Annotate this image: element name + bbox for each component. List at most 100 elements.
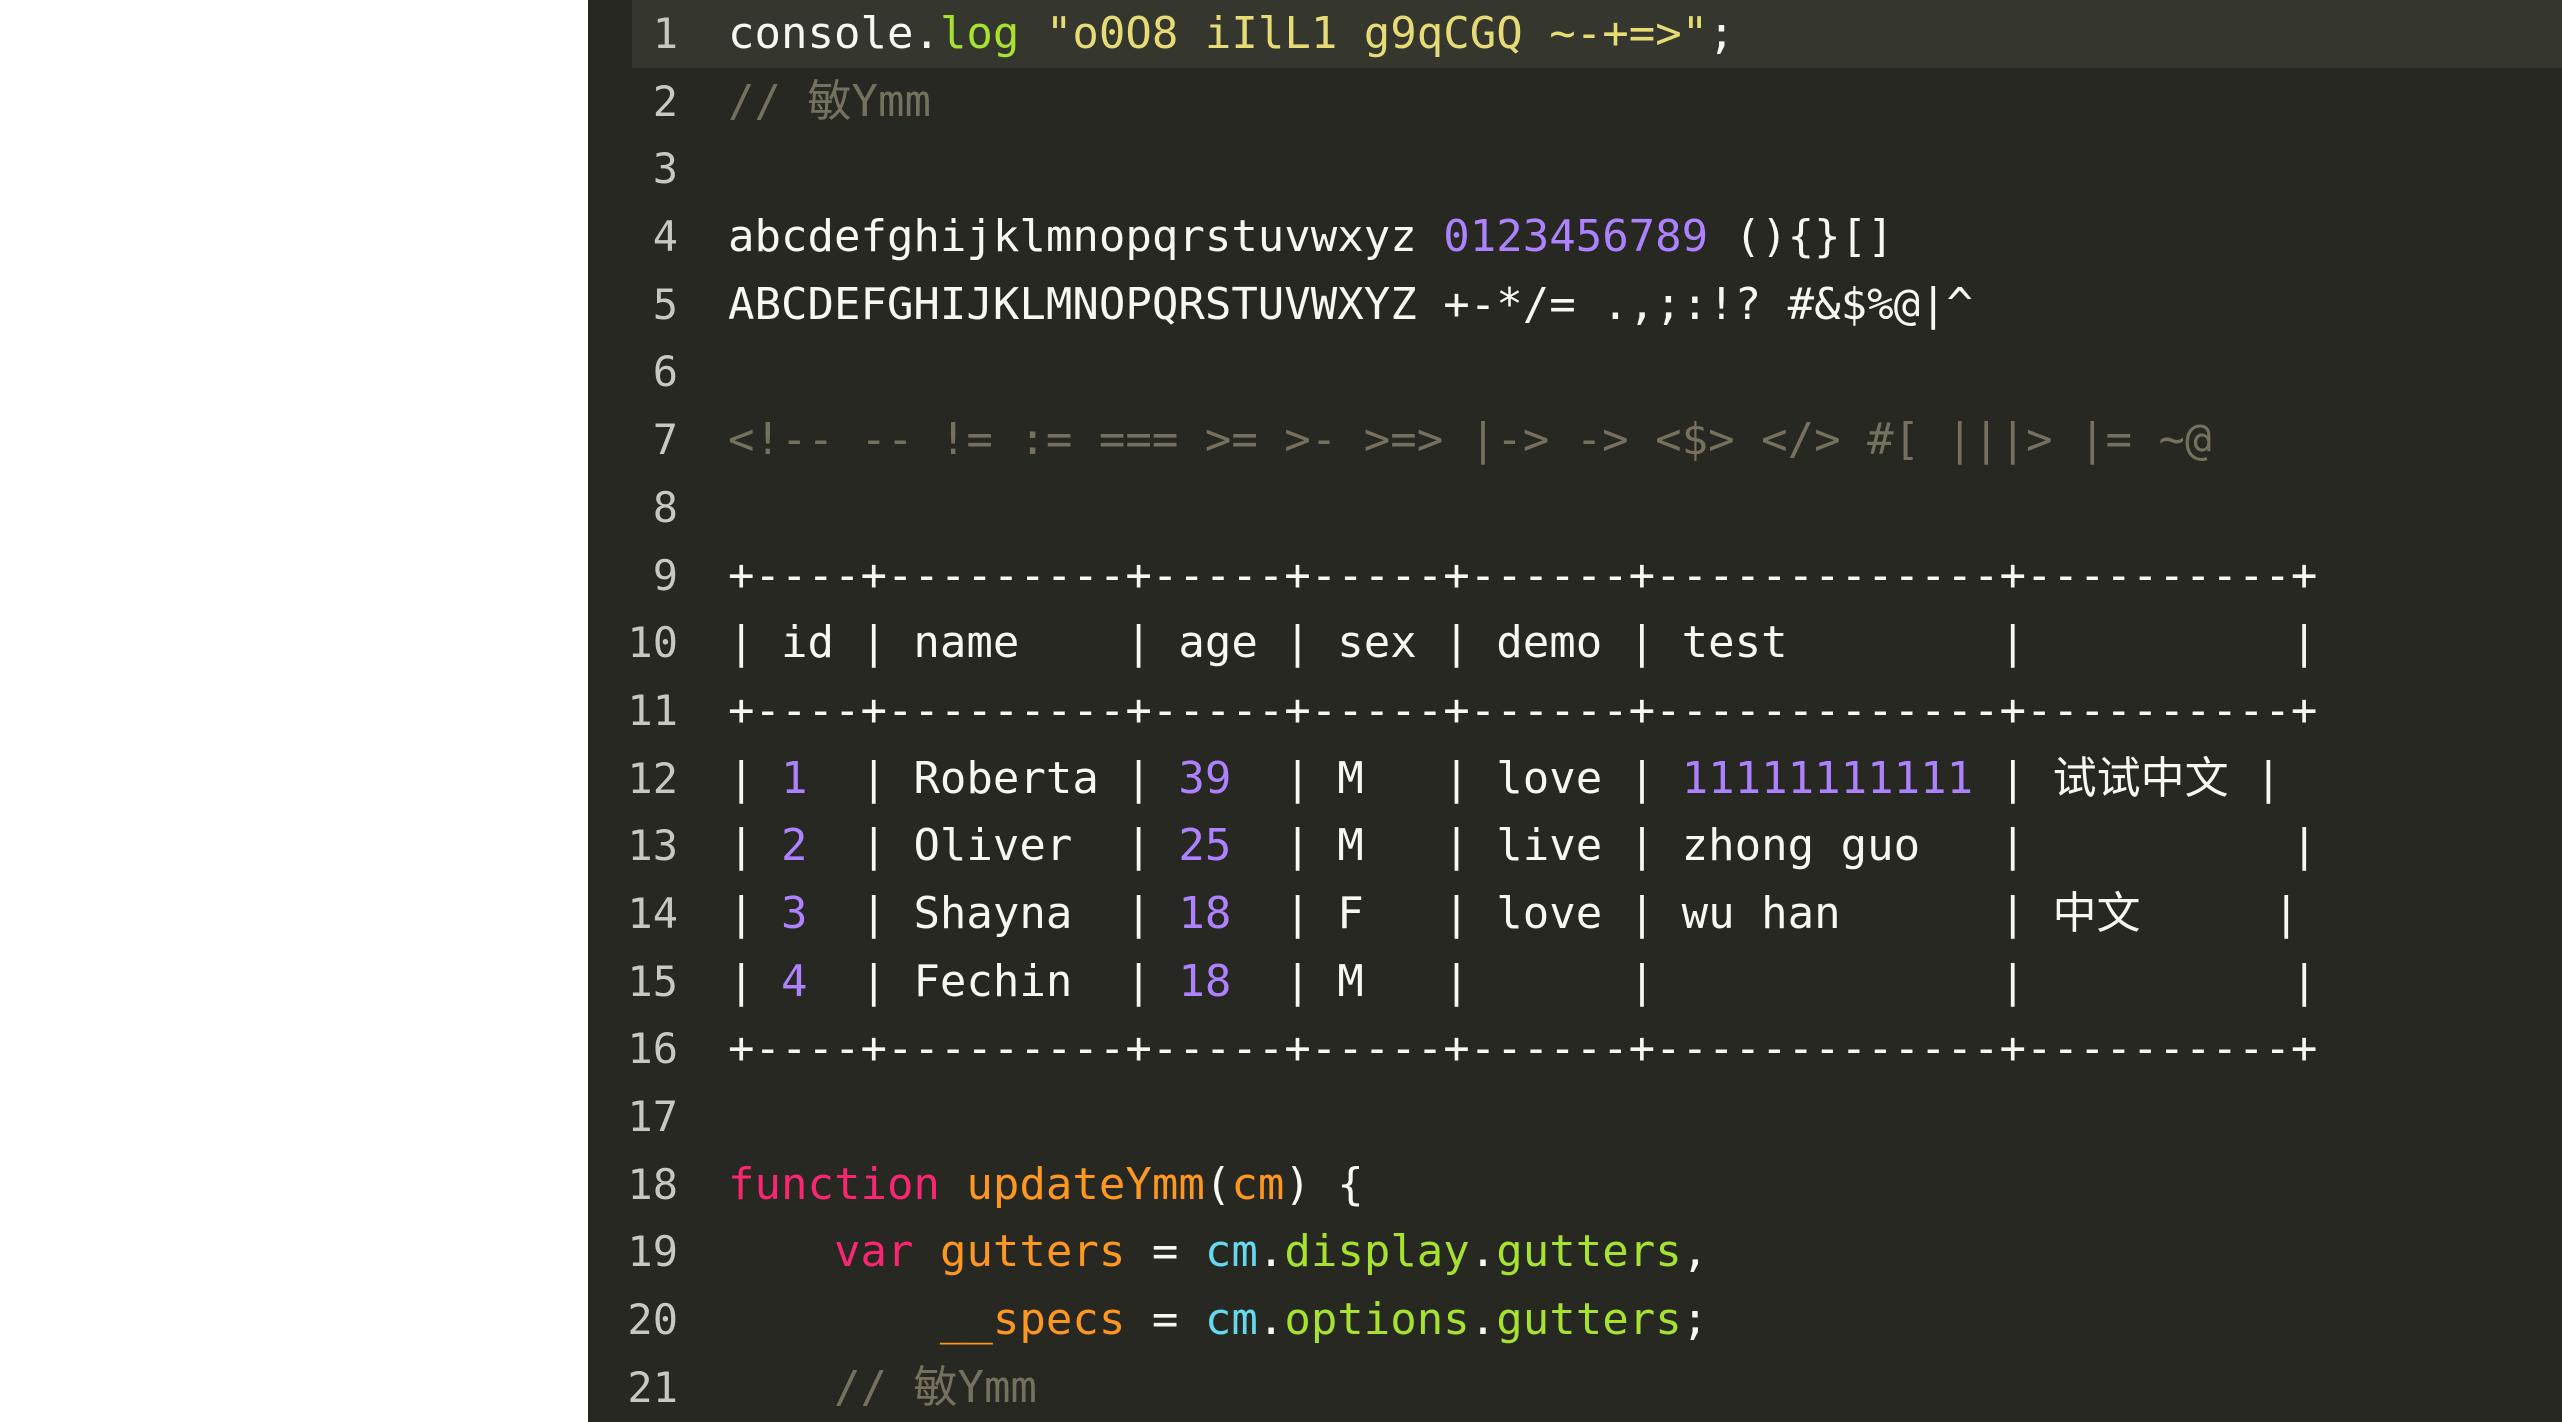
- code-token-property: display: [1284, 1226, 1470, 1278]
- code-line[interactable]: 1 console.log "o0O8 iIlL1 g9qCGQ ~-+=>";: [588, 0, 2562, 68]
- code-line-content[interactable]: __specs = cm.options.gutters;: [692, 1286, 2562, 1354]
- code-line[interactable]: 6: [588, 338, 2562, 406]
- code-token-punct: .: [1257, 1294, 1285, 1346]
- code-token-plain: | Oliver |: [807, 820, 1179, 872]
- code-line-content[interactable]: | 1 | Roberta | 39 | M | love | 11111111…: [692, 745, 2562, 813]
- code-token-plain: | M | live | zhong guo | |: [1231, 820, 2318, 872]
- line-number[interactable]: 12: [588, 745, 692, 813]
- code-line[interactable]: 9 +----+---------+-----+-----+------+----…: [588, 542, 2562, 610]
- code-line-content[interactable]: | 3 | Shayna | 18 | F | love | wu han | …: [692, 880, 2562, 948]
- code-line-content[interactable]: +----+---------+-----+-----+------+-----…: [692, 1015, 2562, 1083]
- code-token-plain: +----+---------+-----+-----+------+-----…: [728, 684, 2318, 736]
- code-token-punct: (: [1204, 1158, 1232, 1210]
- code-line-content[interactable]: abcdefghijklmnopqrstuvwxyz 0123456789 ()…: [692, 203, 2562, 271]
- code-token-number: 39: [1178, 752, 1232, 804]
- code-token-plain: (){}[]: [1708, 211, 1894, 263]
- code-token-punct: ,: [1681, 1226, 1709, 1278]
- code-line[interactable]: 2// 敏Ymm: [588, 68, 2562, 136]
- line-number[interactable]: 8: [588, 474, 692, 542]
- code-token-punct: =: [1125, 1226, 1205, 1278]
- code-line[interactable]: 15 | 4 | Fechin | 18 | M | | | |: [588, 948, 2562, 1016]
- code-token-plain: console: [728, 8, 914, 59]
- line-number[interactable]: 20: [588, 1286, 692, 1354]
- line-number[interactable]: 2: [588, 68, 692, 136]
- line-number[interactable]: 18: [588, 1151, 692, 1219]
- code-token-punct: .: [1257, 1226, 1285, 1278]
- line-number[interactable]: 19: [588, 1218, 692, 1286]
- code-line-content[interactable]: +----+---------+-----+-----+------+-----…: [692, 677, 2562, 745]
- code-line-content[interactable]: var gutters = cm.display.gutters,: [692, 1218, 2562, 1286]
- code-token-cjk: 试试中文: [2052, 752, 2229, 804]
- line-number[interactable]: 16: [588, 1015, 692, 1083]
- code-line-content[interactable]: // 敏Ymm: [692, 68, 2562, 136]
- line-number[interactable]: 11: [588, 677, 692, 745]
- code-token-keyword: var: [833, 1226, 914, 1278]
- code-line-content[interactable]: // 敏Ymm: [692, 1354, 2562, 1422]
- code-token-function: gutters: [939, 1226, 1126, 1278]
- code-token-punct: ) {: [1284, 1158, 1364, 1210]
- line-number[interactable]: 7: [588, 406, 692, 474]
- code-token-plain: +----+---------+-----+-----+------+-----…: [728, 1023, 2318, 1075]
- code-token-plain: |: [728, 820, 781, 872]
- line-number[interactable]: 5: [588, 271, 692, 339]
- code-line[interactable]: 5 ABCDEFGHIJKLMNOPQRSTUVWXYZ +-*/= .,;:!?…: [588, 271, 2562, 339]
- code-line-content[interactable]: function updateYmm(cm) {: [692, 1151, 2562, 1219]
- code-line[interactable]: 13 | 2 | Oliver | 25 | M | live | zhong g…: [588, 812, 2562, 880]
- code-line[interactable]: 21 // 敏Ymm: [588, 1354, 2562, 1422]
- code-line[interactable]: 14 | 3 | Shayna | 18 | F | love | wu han …: [588, 880, 2562, 948]
- code-line[interactable]: 20 __specs = cm.options.gutters;: [588, 1286, 2562, 1354]
- code-lines-container[interactable]: 1 console.log "o0O8 iIlL1 g9qCGQ ~-+=>"; 2…: [588, 0, 2562, 1421]
- code-token-variable: cm: [1204, 1226, 1258, 1278]
- line-number[interactable]: 13: [588, 812, 692, 880]
- code-editor[interactable]: 1 console.log "o0O8 iIlL1 g9qCGQ ~-+=>"; 2…: [588, 0, 2562, 1422]
- code-line[interactable]: 11 +----+---------+-----+-----+------+---…: [588, 677, 2562, 745]
- line-number[interactable]: 17: [588, 1083, 692, 1151]
- code-token-variable: cm: [1204, 1294, 1258, 1346]
- line-number[interactable]: 1: [588, 0, 692, 68]
- line-number[interactable]: 15: [588, 948, 692, 1016]
- code-token-comment: <!-- -- != := === >= >- >=> |-> -> <$> <…: [728, 414, 2212, 466]
- code-line-content[interactable]: | 2 | Oliver | 25 | M | live | zhong guo…: [692, 812, 2562, 880]
- line-number[interactable]: 4: [588, 203, 692, 271]
- code-line[interactable]: 3: [588, 135, 2562, 203]
- code-line[interactable]: 4 abcdefghijklmnopqrstuvwxyz 0123456789 (…: [588, 203, 2562, 271]
- code-line-content[interactable]: ABCDEFGHIJKLMNOPQRSTUVWXYZ +-*/= .,;:!? …: [692, 271, 2562, 339]
- code-token-function: __specs: [939, 1294, 1126, 1346]
- code-token-number: 2: [780, 820, 808, 872]
- code-line-content[interactable]: | id | name | age | sex | demo | test | …: [692, 609, 2562, 677]
- code-line-content[interactable]: console.log "o0O8 iIlL1 g9qCGQ ~-+=>";: [692, 0, 2562, 68]
- screen-root: 1 console.log "o0O8 iIlL1 g9qCGQ ~-+=>"; 2…: [0, 0, 2562, 1422]
- code-line[interactable]: 12 | 1 | Roberta | 39 | M | love | 111111…: [588, 745, 2562, 813]
- code-token-param: cm: [1231, 1158, 1285, 1210]
- line-number[interactable]: 3: [588, 135, 692, 203]
- code-line[interactable]: 10 | id | name | age | sex | demo | test …: [588, 609, 2562, 677]
- code-token-number: 18: [1178, 887, 1232, 939]
- code-line-content[interactable]: +----+---------+-----+-----+------+-----…: [692, 542, 2562, 610]
- line-number[interactable]: 10: [588, 609, 692, 677]
- code-line[interactable]: 16 +----+---------+-----+-----+------+---…: [588, 1015, 2562, 1083]
- line-number[interactable]: 9: [588, 542, 692, 610]
- code-token-punct: .: [913, 8, 940, 59]
- line-number[interactable]: 6: [588, 338, 692, 406]
- code-token-plain: ABCDEFGHIJKLMNOPQRSTUVWXYZ +-*/= .,;:!? …: [728, 278, 1974, 330]
- code-line-content[interactable]: | 4 | Fechin | 18 | M | | | |: [692, 948, 2562, 1016]
- code-line-content[interactable]: <!-- -- != := === >= >- >=> |-> -> <$> <…: [692, 406, 2562, 474]
- line-number[interactable]: 21: [588, 1354, 692, 1422]
- code-line[interactable]: 19 var gutters = cm.display.gutters,: [588, 1218, 2562, 1286]
- code-token-comment: Ymm: [957, 1361, 1037, 1413]
- code-line[interactable]: 7 <!-- -- != := === >= >- >=> |-> -> <$> …: [588, 406, 2562, 474]
- code-token-keyword: function: [728, 1158, 940, 1210]
- code-line[interactable]: 18 function updateYmm(cm) {: [588, 1151, 2562, 1219]
- line-number[interactable]: 14: [588, 880, 692, 948]
- code-token-plain: |: [728, 955, 781, 1007]
- code-token-plain: | M | love |: [1231, 752, 1682, 804]
- code-token-comment: //: [833, 1361, 914, 1413]
- code-line[interactable]: 8: [588, 474, 2562, 542]
- code-line[interactable]: 17: [588, 1083, 2562, 1151]
- code-token-comment: Ymm: [851, 75, 931, 127]
- code-token-punct: .: [1469, 1226, 1497, 1278]
